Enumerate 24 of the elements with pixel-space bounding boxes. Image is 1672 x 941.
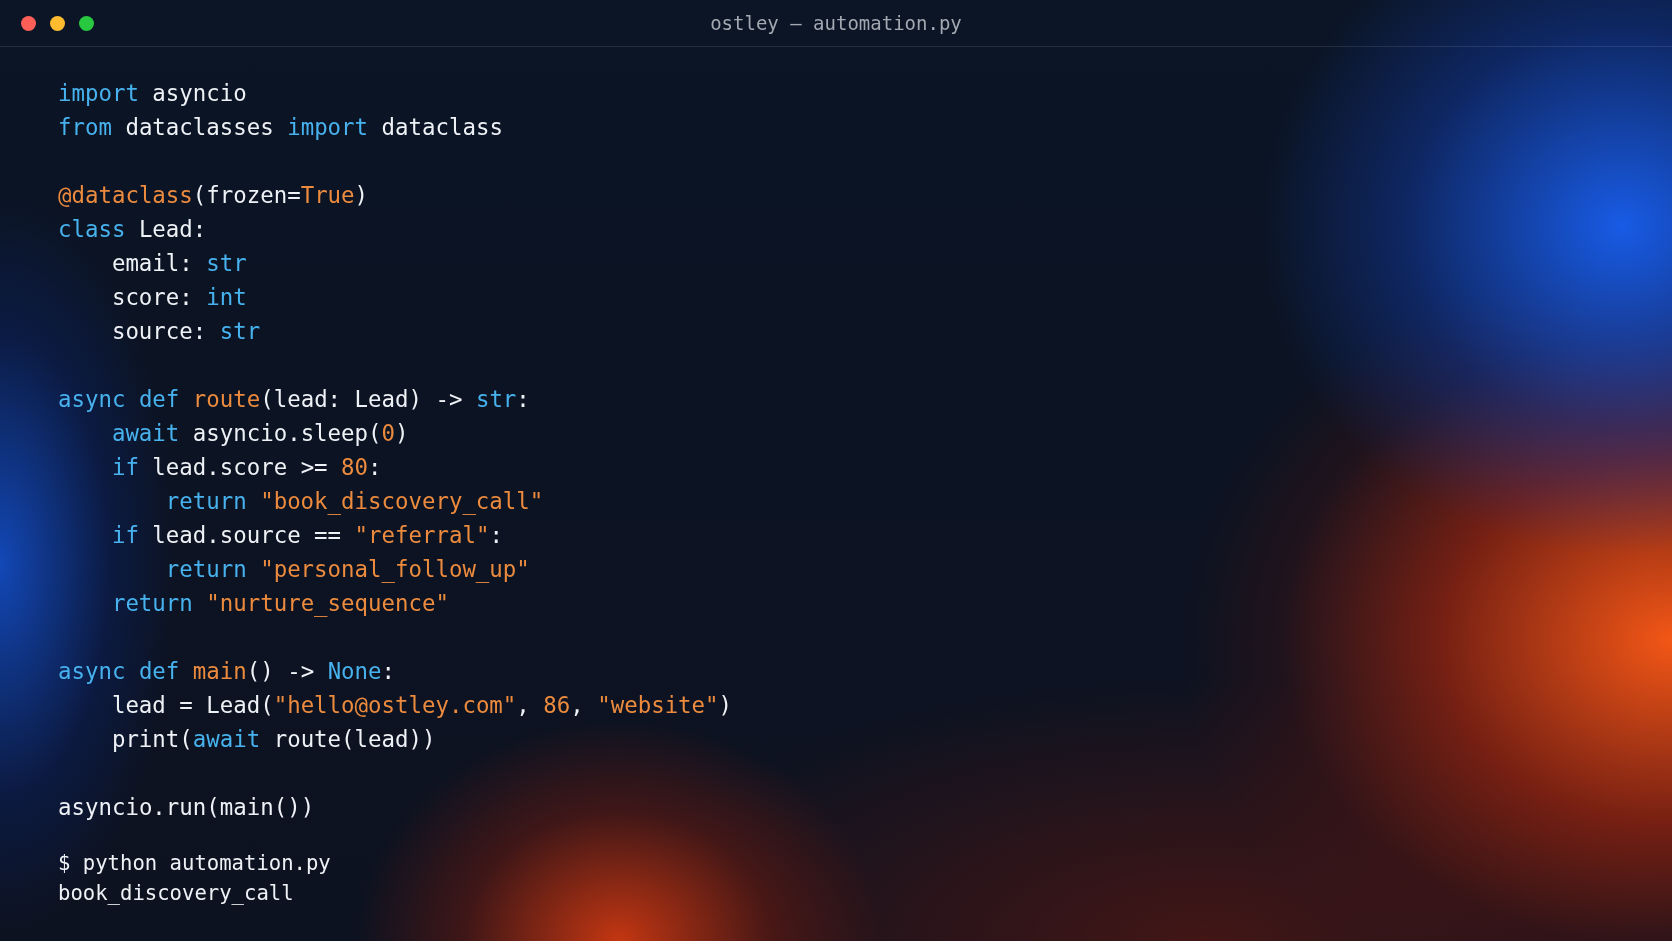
code-line: score: int: [111, 283, 247, 312]
code-line: asyncio.run(main()): [58, 793, 315, 822]
code-line: email: str: [111, 249, 247, 278]
code-line: async def main() -> None:: [58, 657, 396, 686]
terminal-output: book_discovery_call: [58, 880, 294, 907]
maximize-icon[interactable]: [79, 15, 94, 31]
code-line: return "personal_follow_up": [165, 555, 530, 585]
code-line: class Lead:: [58, 215, 207, 244]
code-line: return "nurture_sequence": [111, 589, 449, 619]
code-line: source: str: [111, 317, 261, 346]
code-line: await asyncio.sleep(0): [111, 419, 409, 448]
window-title: ostley — automation.py: [710, 10, 962, 36]
code-line: if lead.source == "referral":: [111, 521, 503, 550]
code-line: async def route(lead: Lead) -> str:: [58, 385, 530, 414]
code-line: if lead.score >= 80:: [111, 453, 382, 482]
code-line: import asyncio: [58, 79, 247, 108]
code-line: print(await route(lead)): [111, 725, 436, 754]
code-line: @dataclass(frozen=True): [58, 181, 369, 210]
minimize-icon[interactable]: [50, 15, 65, 31]
close-icon[interactable]: [21, 15, 36, 31]
terminal-command: $ python automation.py: [58, 850, 331, 877]
code-line: lead = Lead("hello@ostley.com", 86, "website"): [111, 691, 733, 720]
code-line: return "book_discovery_call": [165, 487, 544, 517]
code-line: from dataclasses import dataclass: [58, 113, 503, 142]
